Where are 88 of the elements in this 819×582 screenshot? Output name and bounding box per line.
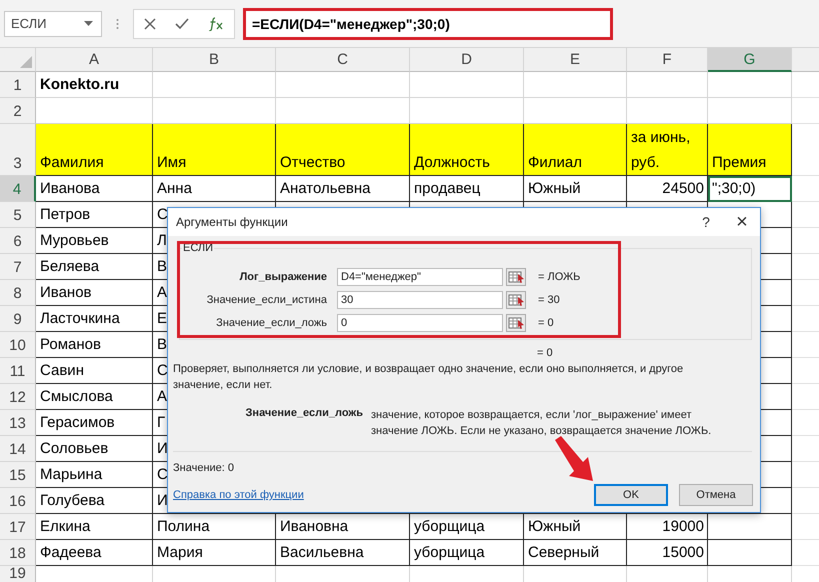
result-value: Значение: 0: [172, 462, 236, 474]
table-cell: Южный: [524, 176, 627, 202]
column-header[interactable]: A: [36, 48, 153, 72]
argument-field[interactable]: 0: [337, 314, 503, 332]
row-header[interactable]: 9: [0, 306, 36, 332]
table-cell: Полина: [153, 514, 276, 540]
argument-result: = 30: [538, 294, 560, 306]
range-select-icon[interactable]: [506, 290, 526, 308]
table-cell: Имя: [153, 124, 276, 176]
row-header[interactable]: 17: [0, 514, 36, 540]
row-header[interactable]: 18: [0, 540, 36, 566]
formula-field[interactable]: =ЕСЛИ(D4="менеджер";30;0): [243, 8, 613, 40]
row-header[interactable]: 4: [0, 176, 36, 202]
triangle-icon: [20, 56, 32, 68]
table-cell: Должность: [410, 124, 524, 176]
table-cell: Смыслова: [36, 384, 153, 410]
table-cell: уборщица: [410, 514, 524, 540]
table-cell: Южный: [524, 514, 627, 540]
table-cell: 24500: [627, 176, 708, 202]
cancel-button[interactable]: Отмена: [679, 484, 753, 506]
checkmark-icon[interactable]: [174, 18, 189, 30]
row-header[interactable]: 12: [0, 384, 36, 410]
close-button[interactable]: ×: [724, 208, 760, 236]
range-select-icon[interactable]: [506, 268, 526, 286]
table-cell: Герасимов: [36, 410, 153, 436]
row-header[interactable]: 3: [0, 124, 36, 176]
table-cell: Марьина: [36, 462, 153, 488]
table-cell: Елкина: [36, 514, 153, 540]
table-cell: Соловьев: [36, 436, 153, 462]
row-header[interactable]: 2: [0, 98, 36, 124]
table-cell: Отчество: [276, 124, 410, 176]
table-cell: Голубева: [36, 488, 153, 514]
ok-button[interactable]: OK: [594, 484, 668, 506]
row-header[interactable]: 7: [0, 254, 36, 280]
argument-result: = 0: [538, 316, 554, 328]
table-cell: Филиал: [524, 124, 627, 176]
table-cell: Konekto.ru: [36, 72, 153, 98]
table-cell: ";30;0): [708, 176, 792, 202]
name-box[interactable]: ЕСЛИ: [4, 10, 102, 36]
range-select-icon[interactable]: [506, 314, 526, 332]
argument-field[interactable]: 30: [337, 290, 503, 308]
table-cell: Иванов: [36, 280, 153, 306]
row-header[interactable]: 1: [0, 72, 36, 98]
table-cell: Беляева: [36, 254, 153, 280]
table-cell: Иванова: [36, 176, 153, 202]
table-cell: Ивановна: [276, 514, 410, 540]
row-header[interactable]: 6: [0, 228, 36, 254]
grip-icon: [116, 18, 119, 30]
column-header[interactable]: D: [410, 48, 524, 72]
table-cell: уборщица: [410, 540, 524, 566]
column-header[interactable]: G: [708, 48, 792, 72]
table-cell: Анна: [153, 176, 276, 202]
table-cell: 19000: [627, 514, 708, 540]
row-header[interactable]: 19: [0, 566, 36, 582]
close-icon[interactable]: [144, 18, 156, 30]
row-header[interactable]: 11: [0, 358, 36, 384]
argument-result: = ЛОЖЬ: [538, 270, 580, 282]
row-header[interactable]: 8: [0, 280, 36, 306]
dropdown-icon[interactable]: [84, 21, 93, 26]
table-cell: Северный: [524, 540, 627, 566]
argument-field[interactable]: D4="менеджер": [337, 268, 503, 286]
table-cell: Савин: [36, 358, 153, 384]
table-cell: Романов: [36, 332, 153, 358]
column-header[interactable]: C: [276, 48, 410, 72]
table-cell: продавец: [410, 176, 524, 202]
formula-result: = 0: [537, 347, 553, 359]
column-header[interactable]: E: [524, 48, 627, 72]
table-cell: Петров: [36, 202, 153, 228]
table-cell: Ласточкина: [36, 306, 153, 332]
table-cell: Премия: [708, 124, 792, 176]
table-cell: Фадеева: [36, 540, 153, 566]
row-header[interactable]: 10: [0, 332, 36, 358]
row-header[interactable]: 5: [0, 202, 36, 228]
table-cell: Муровьев: [36, 228, 153, 254]
row-header[interactable]: 15: [0, 462, 36, 488]
table-cell: Фамилия: [36, 124, 153, 176]
row-header[interactable]: 16: [0, 488, 36, 514]
help-button[interactable]: ?: [688, 208, 724, 236]
column-header[interactable]: B: [153, 48, 276, 72]
function-icon[interactable]: [208, 16, 224, 30]
table-cell: 15000: [627, 540, 708, 566]
table-cell: Мария: [153, 540, 276, 566]
table-cell: Анатольевна: [276, 176, 410, 202]
table-cell: за июнь, руб.: [627, 124, 708, 176]
row-header[interactable]: 13: [0, 410, 36, 436]
argument-description: значение, которое возвращается, если 'лог_выражение' имеет значение ЛОЖЬ. Если не указано, возвращается значение ЛОЖЬ.: [371, 408, 712, 439]
row-header[interactable]: 14: [0, 436, 36, 462]
table-cell: Васильевна: [276, 540, 410, 566]
